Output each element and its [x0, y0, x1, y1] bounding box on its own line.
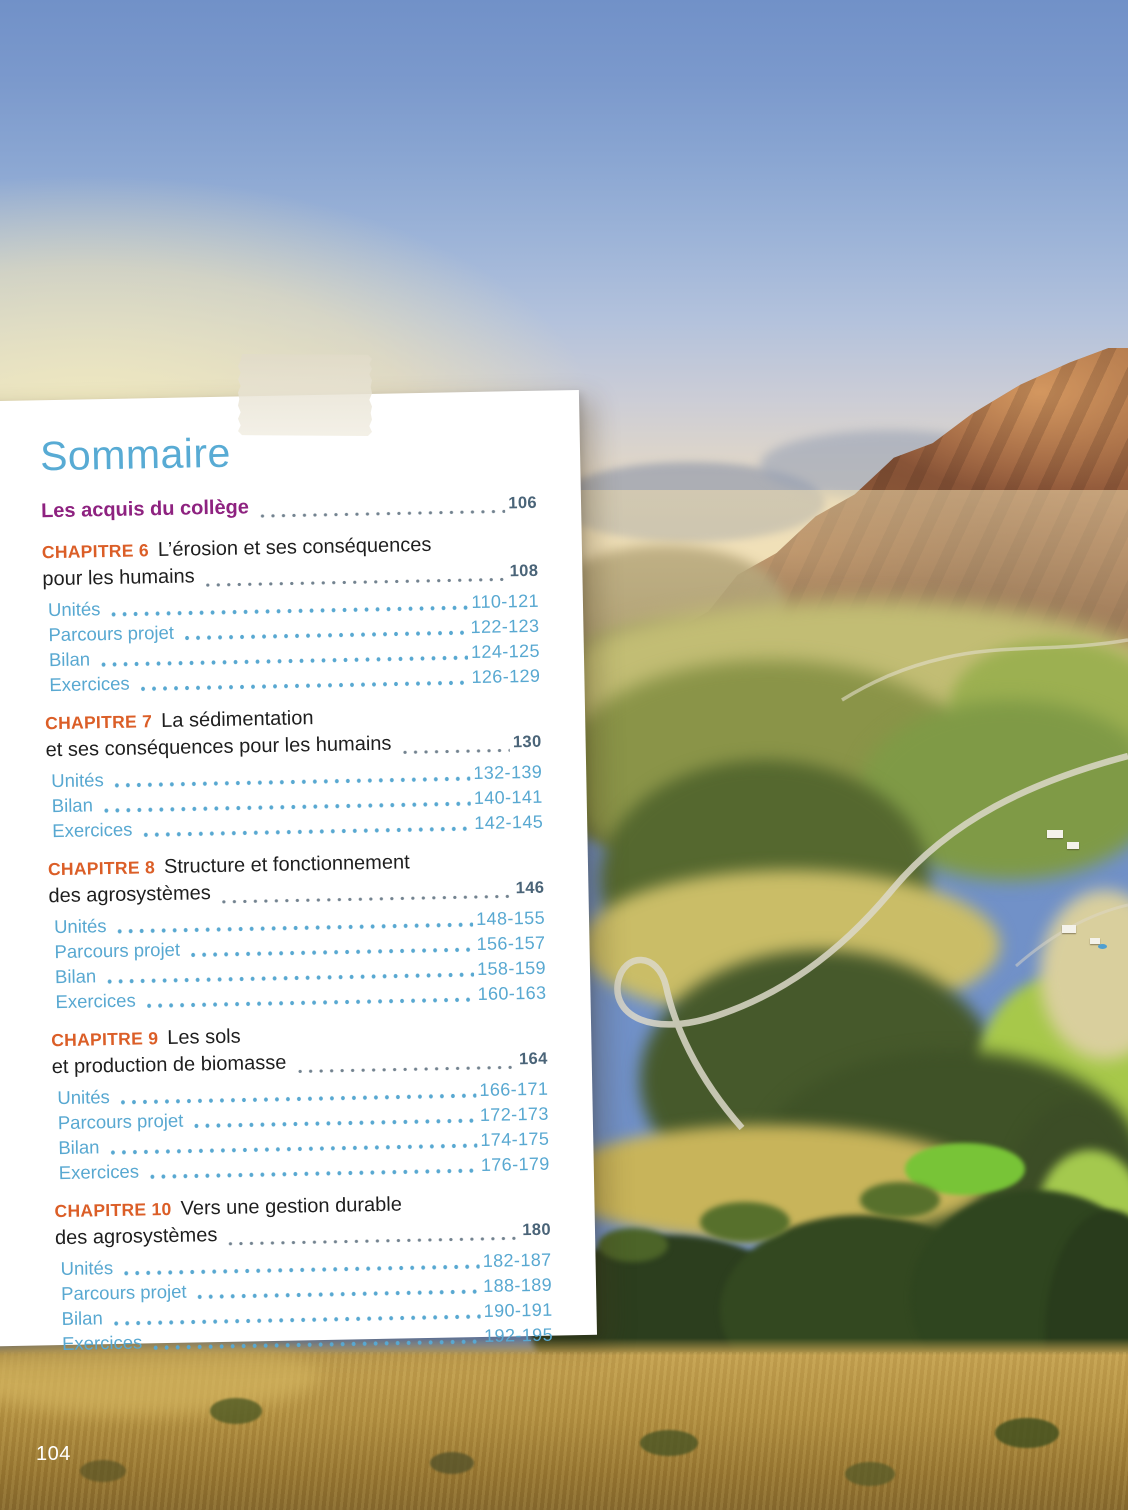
chapter-title: pour les humains	[42, 563, 195, 593]
item-pages: 156-157	[476, 931, 545, 957]
item-label: Exercices	[50, 987, 136, 1014]
shrub	[210, 1398, 262, 1424]
toc-chapter-6: CHAPITRE 6 L’érosion et ses conséquences…	[42, 530, 541, 697]
item-pages: 124-125	[471, 639, 540, 665]
item-pages: 190-191	[483, 1298, 552, 1324]
farm-building	[1047, 830, 1063, 838]
page-folio-number: 104	[36, 1443, 71, 1466]
item-pages: 166-171	[479, 1077, 548, 1103]
toc-chapter-8: CHAPITRE 8 Structure et fonctionnement d…	[48, 847, 547, 1014]
sommaire-card: Sommaire Les acquis du collège 106 CHAPI…	[0, 390, 597, 1347]
toc-chapter-10: CHAPITRE 10 Vers une gestion durable des…	[54, 1189, 553, 1356]
dotted-leader	[191, 1116, 477, 1128]
shrub	[845, 1462, 895, 1486]
chapter-title: et production de biomasse	[52, 1050, 287, 1081]
dotted-leader	[219, 891, 513, 904]
dotted-leader	[182, 628, 468, 640]
toc-chapter-9: CHAPITRE 9 Les sols et production de bio…	[51, 1018, 550, 1185]
item-label: Parcours projet	[43, 620, 174, 647]
item-pages: 158-159	[477, 956, 546, 982]
adhesive-tape	[238, 354, 372, 436]
item-label: Parcours projet	[53, 1108, 184, 1135]
item-label: Exercices	[54, 1158, 140, 1185]
item-pages: 148-155	[476, 906, 545, 932]
item-pages: 122-123	[470, 614, 539, 640]
item-pages: 132-139	[473, 760, 542, 786]
chapter-title: Vers une gestion durable	[180, 1191, 402, 1222]
item-pages: 172-173	[480, 1102, 549, 1128]
item-pages: 188-189	[483, 1273, 552, 1299]
dotted-leader	[203, 574, 507, 587]
chapter-title: L’érosion et ses conséquences	[158, 532, 432, 564]
dotted-leader	[195, 1287, 481, 1299]
shrub	[80, 1460, 126, 1482]
chapter-title: et ses conséquences pour les humains	[45, 731, 391, 765]
item-label: Parcours projet	[49, 937, 180, 964]
chapter-title: Les sols	[167, 1023, 241, 1051]
farm-building	[1090, 938, 1100, 944]
item-pages: 110-121	[471, 589, 539, 615]
dotted-leader	[225, 1233, 519, 1246]
item-pages: 176-179	[481, 1152, 550, 1178]
dotted-leader	[257, 506, 506, 518]
shrub	[640, 1430, 698, 1456]
chapter-page-number: 180	[522, 1217, 551, 1245]
chapter-kicker: CHAPITRE 8	[48, 854, 156, 883]
item-pages: 126-129	[471, 664, 540, 690]
item-pages: 142-145	[474, 810, 543, 836]
intro-label: Les acquis du collège	[41, 494, 249, 525]
item-pages: 192-195	[484, 1323, 553, 1349]
item-label: Bilan	[56, 1305, 103, 1331]
chapter-title: des agrosystèmes	[55, 1222, 218, 1252]
item-label: Exercices	[44, 671, 130, 698]
toc-entry-intro: Les acquis du collège 106	[41, 489, 537, 527]
pool	[1098, 944, 1107, 949]
item-label: Unités	[49, 913, 107, 939]
dotted-leader	[138, 678, 469, 691]
dotted-leader	[140, 824, 471, 837]
item-label: Bilan	[44, 646, 91, 672]
dotted-leader	[147, 1166, 478, 1179]
item-label: Bilan	[50, 963, 97, 989]
chapter-kicker: CHAPITRE 10	[54, 1196, 172, 1225]
item-label: Unités	[52, 1084, 110, 1110]
farm-building	[1062, 925, 1076, 933]
tree-top	[598, 1228, 668, 1262]
dotted-leader	[150, 1337, 481, 1350]
item-label: Unités	[55, 1255, 113, 1281]
chapter-kicker: CHAPITRE 9	[51, 1025, 159, 1054]
item-pages: 174-175	[480, 1127, 549, 1153]
item-label: Parcours projet	[56, 1279, 187, 1306]
tree-top	[700, 1202, 790, 1242]
chapter-kicker: CHAPITRE 6	[42, 537, 150, 566]
farm-building	[1067, 842, 1079, 849]
chapter-kicker: CHAPITRE 7	[45, 708, 153, 737]
intro-page-number: 106	[508, 490, 537, 518]
item-label: Bilan	[47, 792, 94, 818]
tree-top	[860, 1182, 940, 1218]
toc-chapter-7: CHAPITRE 7 La sédimentation et ses consé…	[45, 701, 543, 843]
chapter-page-number: 164	[519, 1046, 548, 1074]
item-label: Unités	[46, 767, 104, 793]
chapter-title: Structure et fonctionnement	[164, 849, 410, 881]
item-pages: 160-163	[477, 981, 546, 1007]
dotted-leader	[399, 745, 510, 754]
item-label: Exercices	[47, 817, 133, 844]
shrub	[430, 1452, 474, 1474]
item-pages: 140-141	[474, 785, 543, 811]
chapter-page-number: 146	[515, 875, 544, 903]
dotted-leader	[144, 995, 475, 1008]
dotted-leader	[294, 1062, 516, 1073]
dotted-leader	[188, 945, 474, 957]
item-label: Bilan	[53, 1134, 100, 1160]
chapter-title: La sédimentation	[161, 705, 314, 735]
item-pages: 182-187	[482, 1248, 551, 1274]
item-label: Exercices	[57, 1329, 143, 1356]
chapter-title: des agrosystèmes	[48, 880, 211, 910]
chapter-page-number: 130	[513, 729, 542, 757]
shrub	[995, 1418, 1059, 1448]
chapter-page-number: 108	[509, 558, 538, 586]
item-label: Unités	[43, 596, 101, 622]
